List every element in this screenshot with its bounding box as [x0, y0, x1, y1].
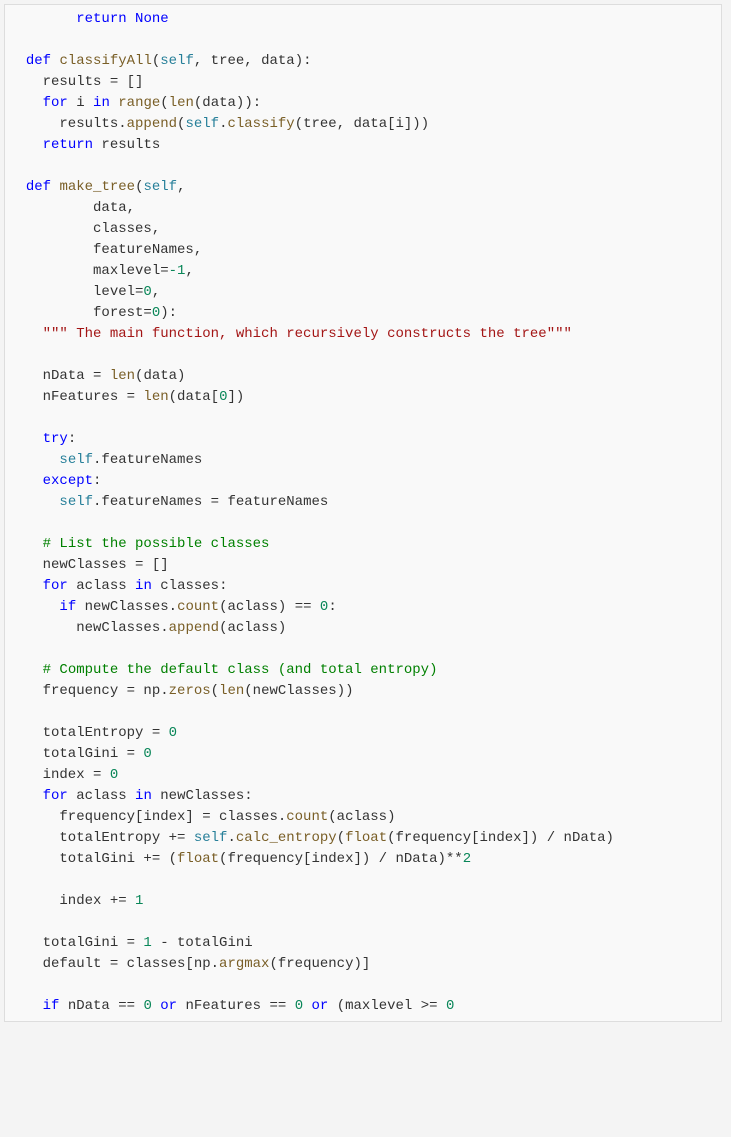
code-block: return None return None def classifyAll(… [4, 4, 722, 1022]
code-content: return None return None def classifyAll(… [9, 9, 717, 1017]
